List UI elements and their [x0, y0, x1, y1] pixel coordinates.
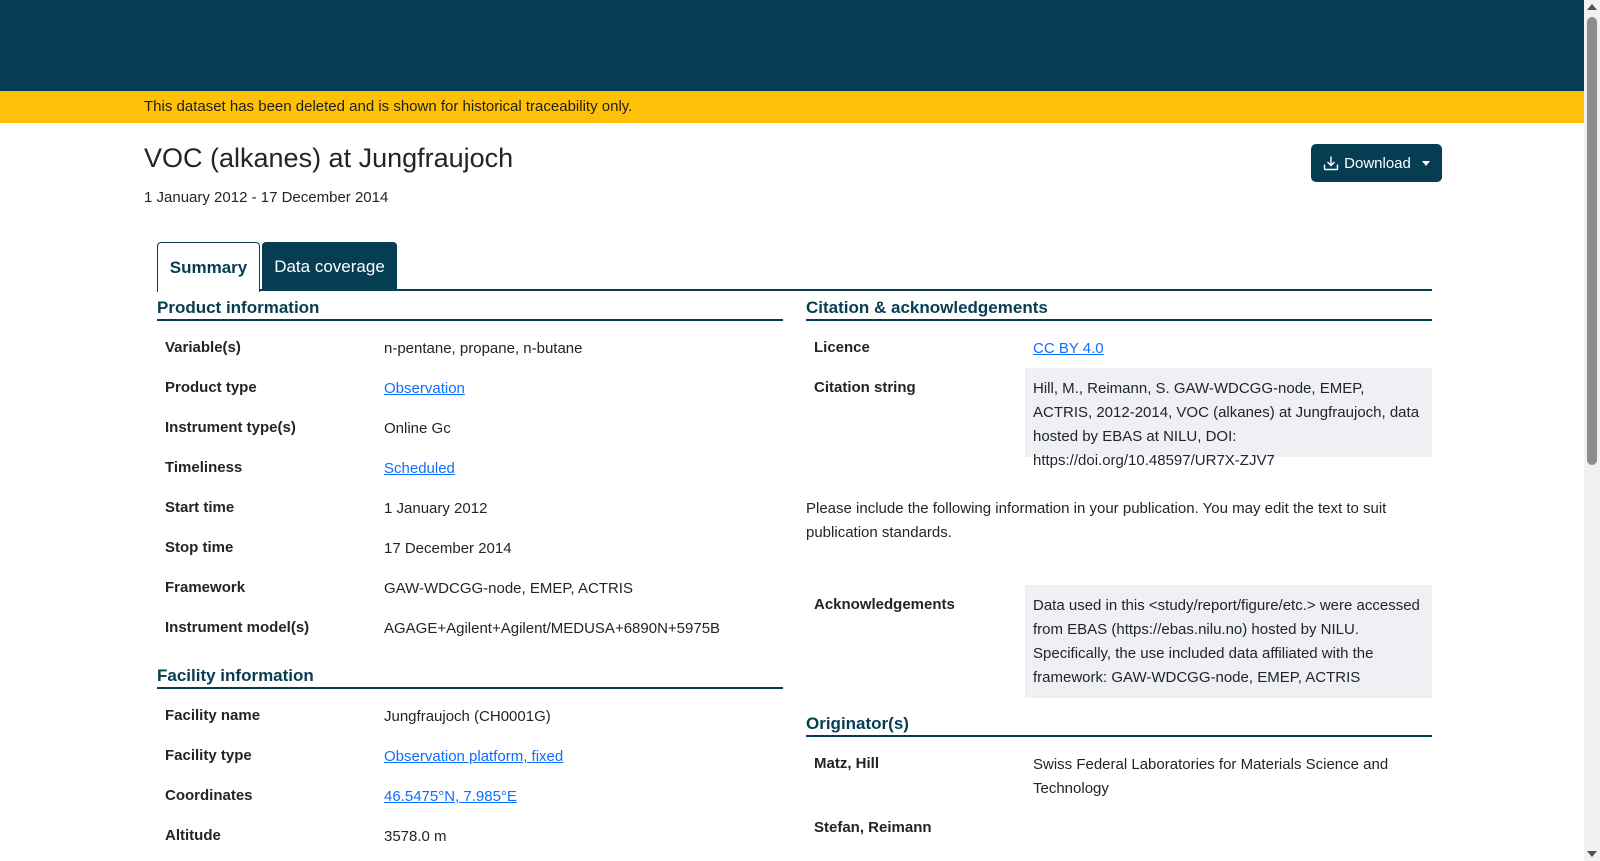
- stop-time-label: Stop time: [165, 539, 234, 556]
- download-button[interactable]: Download: [1311, 144, 1442, 182]
- originator-name: Stefan, Reimann: [814, 819, 932, 836]
- timeliness-label: Timeliness: [165, 459, 243, 476]
- citation-instruction: Please include the following information…: [806, 500, 1387, 541]
- facility-type-link[interactable]: Observation platform, fixed: [384, 745, 563, 769]
- download-icon: [1323, 156, 1339, 171]
- variables-label: Variable(s): [165, 339, 241, 356]
- page-title: VOC (alkanes) at Jungfraujoch: [144, 143, 514, 173]
- framework-value: GAW-WDCGG-node, EMEP, ACTRIS: [384, 580, 633, 597]
- acknowledgements-box[interactable]: Data used in this <study/report/figure/e…: [1025, 585, 1432, 698]
- acknowledgements-label: Acknowledgements: [814, 596, 955, 613]
- variables-value: n-pentane, propane, n-butane: [384, 340, 583, 357]
- deleted-dataset-alert: This dataset has been deleted and is sho…: [0, 91, 1584, 123]
- product-information-heading: Product information: [157, 298, 783, 321]
- scroll-thumb[interactable]: [1587, 17, 1597, 465]
- originators-heading: Originator(s): [806, 714, 1432, 737]
- stop-time-value: 17 December 2014: [384, 540, 512, 557]
- product-type-link[interactable]: Observation: [384, 377, 465, 401]
- date-range: 1 January 2012 - 17 December 2014: [144, 189, 389, 206]
- coordinates-label: Coordinates: [165, 787, 253, 804]
- page-scrollbar[interactable]: [1584, 0, 1600, 861]
- instrument-type-label: Instrument type(s): [165, 419, 296, 436]
- altitude-label: Altitude: [165, 827, 221, 844]
- start-time-label: Start time: [165, 499, 235, 516]
- top-navbar: [0, 0, 1584, 91]
- start-time-value: 1 January 2012: [384, 500, 488, 517]
- scroll-down-arrow-icon[interactable]: [1587, 851, 1597, 857]
- timeliness-link[interactable]: Scheduled: [384, 457, 455, 481]
- citation-string-box[interactable]: Hill, M., Reimann, S. GAW-WDCGG-node, EM…: [1025, 368, 1432, 469]
- altitude-value: 3578.0 m: [384, 828, 447, 845]
- framework-label: Framework: [165, 579, 246, 596]
- licence-link[interactable]: CC BY 4.0: [1033, 337, 1104, 361]
- coordinates-link[interactable]: 46.5475°N, 7.985°E: [384, 785, 517, 809]
- instrument-model-label: Instrument model(s): [165, 619, 310, 636]
- download-label: Download: [1344, 154, 1411, 172]
- instrument-type-value: Online Gc: [384, 420, 451, 437]
- originator-organisation: Swiss Federal Laboratories for Materials…: [1033, 756, 1389, 797]
- tab-bar: Summary Data coverage: [157, 242, 1432, 292]
- citation-heading: Citation & acknowledgements: [806, 298, 1432, 321]
- instrument-model-value: AGAGE+Agilent+Agilent/MEDUSA+6890N+5975B: [384, 620, 721, 637]
- facility-name-value: Jungfraujoch (CH0001G): [384, 708, 551, 725]
- tab-data-coverage[interactable]: Data coverage: [262, 242, 397, 291]
- citation-string-label: Citation string: [814, 379, 916, 396]
- licence-label: Licence: [814, 339, 870, 356]
- originator-name: Matz, Hill: [814, 755, 880, 772]
- tab-summary[interactable]: Summary: [157, 242, 260, 292]
- caret-down-icon: [1421, 160, 1430, 166]
- facility-name-label: Facility name: [165, 707, 261, 724]
- facility-type-label: Facility type: [165, 747, 252, 764]
- facility-information-heading: Facility information: [157, 666, 783, 689]
- scroll-up-arrow-icon[interactable]: [1587, 4, 1597, 10]
- product-type-label: Product type: [165, 379, 257, 396]
